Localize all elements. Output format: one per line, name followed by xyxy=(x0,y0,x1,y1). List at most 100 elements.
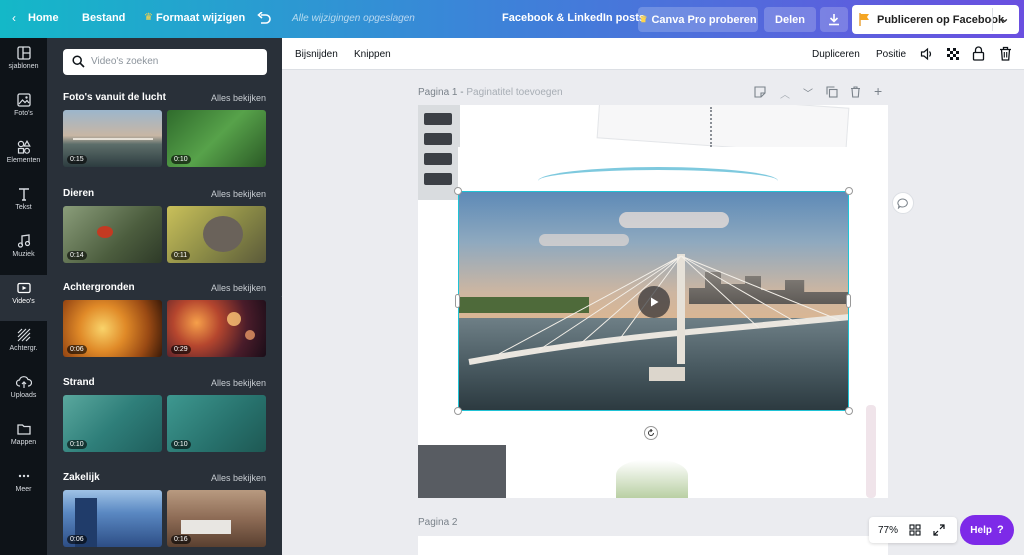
trash-icon[interactable] xyxy=(999,46,1012,61)
download-icon xyxy=(829,14,839,26)
play-button[interactable] xyxy=(638,286,670,318)
video-thumbnail[interactable]: 0:15 xyxy=(63,110,162,167)
rail-label: Elementen xyxy=(6,157,41,164)
chevron-down-icon[interactable]: ⌄ xyxy=(1000,12,1009,25)
duration-badge: 0:16 xyxy=(171,535,191,544)
home-chevron-icon[interactable]: ‹ xyxy=(12,11,16,25)
crown-icon: ♛ xyxy=(639,14,648,24)
rail-item-text[interactable]: Tekst xyxy=(0,181,47,227)
flag-icon xyxy=(859,13,869,26)
volume-icon[interactable] xyxy=(920,47,934,61)
zoom-level[interactable]: 77% xyxy=(878,525,898,536)
video-thumbnail[interactable]: 0:10 xyxy=(63,395,162,452)
publish-label: Publiceren op Facebook xyxy=(877,14,1005,26)
video-thumbnail[interactable]: 0:06 xyxy=(63,490,162,547)
bokeh-light xyxy=(245,330,255,340)
templates-icon xyxy=(16,46,31,60)
share-button[interactable]: Delen xyxy=(764,7,816,32)
videos-panel: Video's zoeken Foto's vanuit de lucht Al… xyxy=(47,38,282,555)
resize-handle-top-right[interactable] xyxy=(845,187,853,195)
see-all-link[interactable]: Alles bekijken xyxy=(211,473,266,483)
download-button[interactable] xyxy=(820,7,848,32)
background-icon xyxy=(17,328,30,342)
music-icon xyxy=(17,234,30,248)
page-2[interactable] xyxy=(418,536,888,555)
resize-handle-right[interactable] xyxy=(846,294,851,308)
canva-pro-label: Canva Pro proberen xyxy=(651,13,757,26)
key xyxy=(424,133,452,145)
lock-icon[interactable] xyxy=(972,46,985,61)
duration-badge: 0:06 xyxy=(67,345,87,354)
bridge-shape xyxy=(73,138,153,140)
rail-item-folders[interactable]: Mappen xyxy=(0,416,47,462)
side-nav-rail: sjablonen Foto's Elementen Tekst Muziek … xyxy=(0,38,47,555)
resize-handle-bottom-right[interactable] xyxy=(845,407,853,415)
duration-badge: 0:14 xyxy=(67,251,87,260)
rail-item-backgrounds[interactable]: Achtergr. xyxy=(0,322,47,368)
resize-handle-left[interactable] xyxy=(455,294,460,308)
question-icon: ? xyxy=(996,524,1004,536)
rotate-icon xyxy=(648,429,654,436)
resize-handle-top-left[interactable] xyxy=(454,187,462,195)
video-thumbnail[interactable]: 0:14 xyxy=(63,206,162,263)
crop-button[interactable]: Bijsnijden xyxy=(295,49,338,60)
video-thumbnail[interactable]: 0:11 xyxy=(167,206,266,263)
design-title[interactable]: Facebook & LinkedIn posts xyxy=(502,12,645,24)
see-all-link[interactable]: Alles bekijken xyxy=(211,378,266,388)
duplicate-button[interactable]: Dupliceren xyxy=(812,49,860,60)
comment-icon xyxy=(897,197,908,209)
rail-item-elements[interactable]: Elementen xyxy=(0,134,47,180)
publish-facebook-button[interactable]: Publiceren op Facebook ⌄ xyxy=(852,5,1019,34)
video-thumbnail[interactable]: 0:06 xyxy=(63,300,162,357)
video-search-input[interactable]: Video's zoeken xyxy=(63,49,267,75)
rail-label: Meer xyxy=(15,486,32,493)
chevron-down-icon[interactable]: ﹀ xyxy=(803,85,813,100)
fullscreen-icon[interactable] xyxy=(933,524,945,536)
see-all-link[interactable]: Alles bekijken xyxy=(211,93,266,103)
trash-icon[interactable] xyxy=(850,86,861,98)
rail-item-videos[interactable]: Video's xyxy=(0,275,47,321)
file-menu[interactable]: Bestand xyxy=(82,12,125,24)
trim-button[interactable]: Knippen xyxy=(354,49,391,60)
text-icon xyxy=(18,188,29,201)
duration-badge: 0:11 xyxy=(171,251,191,260)
copy-page-icon[interactable] xyxy=(826,86,838,98)
see-all-link[interactable]: Alles bekijken xyxy=(211,189,266,199)
duration-badge: 0:10 xyxy=(171,155,191,164)
rail-item-templates[interactable]: sjablonen xyxy=(0,40,47,86)
chevron-up-icon[interactable]: ︿ xyxy=(780,86,790,101)
resize-button[interactable]: Formaat wijzigen xyxy=(156,12,245,24)
more-dots-icon xyxy=(18,474,29,478)
see-all-link[interactable]: Alles bekijken xyxy=(211,283,266,293)
help-button[interactable]: Help ? xyxy=(960,515,1014,545)
canva-pro-button[interactable]: ♛ Canva Pro proberen xyxy=(638,7,758,32)
comment-bubble-button[interactable] xyxy=(892,192,914,214)
selected-video[interactable] xyxy=(458,191,849,411)
page-title-input[interactable]: Paginatitel toevoegen xyxy=(466,87,562,98)
section-title-business: Zakelijk xyxy=(63,472,100,483)
resize-handle-bottom-left[interactable] xyxy=(454,407,462,415)
note-icon[interactable] xyxy=(754,86,766,98)
zoom-controls: 77% xyxy=(869,517,957,543)
rail-item-photos[interactable]: Foto's xyxy=(0,87,47,133)
undo-icon[interactable] xyxy=(257,12,271,25)
rail-label: Achtergr. xyxy=(9,345,38,352)
transparency-icon[interactable] xyxy=(946,47,960,61)
section-title-aerial: Foto's vanuit de lucht xyxy=(63,92,166,103)
video-thumbnail[interactable]: 0:16 xyxy=(167,490,266,547)
home-button[interactable]: Home xyxy=(28,12,59,24)
add-page-icon[interactable]: + xyxy=(874,83,882,99)
rail-item-music[interactable]: Muziek xyxy=(0,228,47,274)
section-title-animals: Dieren xyxy=(63,188,95,199)
search-icon xyxy=(72,55,85,68)
position-button[interactable]: Positie xyxy=(876,49,906,60)
photo-icon xyxy=(16,93,31,107)
rail-item-uploads[interactable]: Uploads xyxy=(0,369,47,415)
video-thumbnail[interactable]: 0:29 xyxy=(167,300,266,357)
video-thumbnail[interactable]: 0:10 xyxy=(167,395,266,452)
grid-view-icon[interactable] xyxy=(909,524,921,536)
rotate-handle[interactable] xyxy=(644,426,658,440)
video-thumbnail[interactable]: 0:10 xyxy=(167,110,266,167)
rail-item-more[interactable]: Meer xyxy=(0,463,47,509)
rail-label: sjablonen xyxy=(8,63,39,70)
